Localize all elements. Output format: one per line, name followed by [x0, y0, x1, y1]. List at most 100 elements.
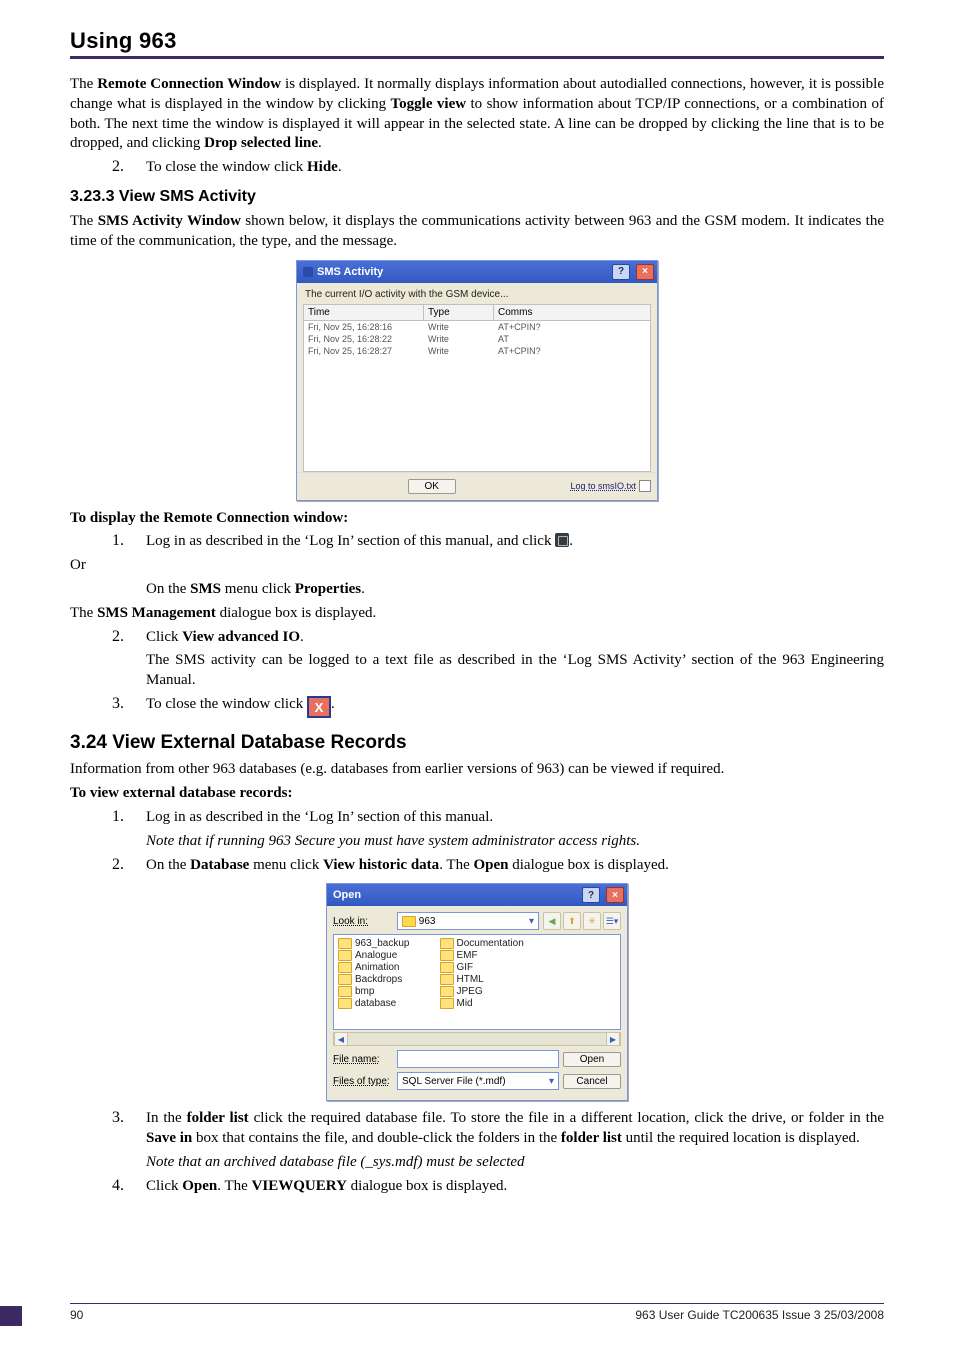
folder-icon: [440, 986, 454, 997]
col-type[interactable]: Type: [424, 305, 494, 320]
open-button[interactable]: Open: [563, 1052, 621, 1067]
table-row[interactable]: Fri, Nov 25, 16:28:22 Write AT: [304, 333, 650, 345]
new-folder-icon[interactable]: ✳: [583, 912, 601, 930]
toolbar-icons: ◀ ⬆ ✳ ☰▾: [543, 912, 621, 930]
text: Click: [146, 629, 182, 645]
cell-time: Fri, Nov 25, 16:28:22: [304, 333, 424, 345]
table-row[interactable]: Fri, Nov 25, 16:28:16 Write AT+CPIN?: [304, 321, 650, 333]
help-button[interactable]: ?: [582, 887, 600, 903]
list-item[interactable]: bmp: [338, 986, 410, 997]
text: The: [70, 213, 98, 229]
list-item[interactable]: HTML: [440, 974, 524, 985]
table-body: Fri, Nov 25, 16:28:16 Write AT+CPIN? Fri…: [303, 321, 651, 472]
sms-activity-window: SMS Activity ? × The current I/O activit…: [296, 260, 658, 501]
col-time[interactable]: Time: [304, 305, 424, 320]
close-button[interactable]: ×: [636, 264, 654, 280]
help-button[interactable]: ?: [612, 264, 630, 280]
table-header: Time Type Comms: [303, 304, 651, 321]
step-database-menu: 2. On the Database menu click View histo…: [70, 856, 884, 876]
text: .: [361, 581, 365, 597]
horizontal-scrollbar[interactable]: [333, 1032, 621, 1046]
term-save-in: Save in: [146, 1130, 192, 1146]
folder-icon: [338, 950, 352, 961]
term-toggle-view: Toggle view: [391, 96, 467, 112]
filetype-dropdown[interactable]: SQL Server File (*.mdf)▾: [397, 1072, 559, 1090]
ok-button[interactable]: OK: [408, 479, 456, 494]
step-close-x: 3. To close the window click X.: [70, 695, 884, 719]
folder-label: JPEG: [457, 986, 483, 997]
text: Click: [146, 1178, 182, 1194]
page-number-band: [0, 1306, 22, 1326]
col-comms[interactable]: Comms: [494, 305, 650, 320]
cell-time: Fri, Nov 25, 16:28:27: [304, 345, 424, 357]
folder-icon: [440, 962, 454, 973]
note-archived: Note that an archived database file (_sy…: [146, 1153, 884, 1173]
step-number: 1.: [100, 532, 124, 552]
term-database: Database: [190, 857, 249, 873]
list-item[interactable]: 963_backup: [338, 938, 410, 949]
close-button[interactable]: ×: [606, 887, 624, 903]
step-login: 1. Log in as described in the ‘Log In’ s…: [70, 532, 884, 552]
page: Using 963 The Remote Connection Window i…: [0, 0, 954, 1350]
cell-comms: AT+CPIN?: [494, 321, 650, 333]
text: . The: [439, 857, 473, 873]
step-folder-list: 3. In the folder list click the required…: [70, 1109, 884, 1149]
lookin-label: Look in:: [333, 916, 393, 927]
step-number: 2.: [100, 158, 124, 178]
folder-icon: [338, 998, 352, 1009]
text: .: [318, 135, 322, 151]
heading-view-external-db: 3.24 View External Database Records: [70, 732, 884, 754]
checkbox-icon[interactable]: [639, 480, 651, 492]
lookin-value: 963: [419, 916, 436, 927]
lookin-dropdown[interactable]: 963▾: [397, 912, 539, 930]
file-list[interactable]: 963_backup Analogue Animation Backdrops …: [333, 934, 621, 1030]
list-item[interactable]: EMF: [440, 950, 524, 961]
window-title: Open: [333, 889, 361, 901]
term-remote-connection-window: Remote Connection Window: [97, 76, 281, 92]
window-titlebar[interactable]: Open ? ×: [327, 884, 627, 906]
step-login-2: 1. Log in as described in the ‘Log In’ s…: [70, 808, 884, 828]
cell-type: Write: [424, 321, 494, 333]
app-icon: [303, 267, 313, 277]
filename-input[interactable]: [397, 1050, 559, 1068]
list-item[interactable]: GIF: [440, 962, 524, 973]
text: On the: [146, 857, 190, 873]
list-item[interactable]: Documentation: [440, 938, 524, 949]
text: To close the window click: [146, 159, 307, 175]
view-menu-icon[interactable]: ☰▾: [603, 912, 621, 930]
folder-icon: [338, 986, 352, 997]
list-item[interactable]: database: [338, 998, 410, 1009]
step-number: 2.: [100, 628, 124, 648]
or-label: Or: [70, 556, 884, 576]
list-item[interactable]: Analogue: [338, 950, 410, 961]
sms-management-text: The SMS Management dialogue box is displ…: [70, 604, 884, 624]
paragraph-external-db: Information from other 963 databases (e.…: [70, 760, 884, 780]
term-properties: Properties: [295, 581, 361, 597]
cell-comms: AT+CPIN?: [494, 345, 650, 357]
screenshot-open-dialog: Open ? × Look in: 963▾ ◀ ⬆ ✳ ☰▾: [70, 883, 884, 1101]
term-folder-list-2: folder list: [561, 1130, 622, 1146]
paragraph-remote-connection: The Remote Connection Window is displaye…: [70, 75, 884, 154]
text: On the: [146, 581, 190, 597]
list-item[interactable]: Backdrops: [338, 974, 410, 985]
heading-view-sms-activity: 3.23.3 View SMS Activity: [70, 188, 884, 206]
term-view-historic-data: View historic data: [323, 857, 439, 873]
cancel-button[interactable]: Cancel: [563, 1074, 621, 1089]
log-to-file-toggle[interactable]: Log to smsIO.txt: [570, 480, 651, 492]
page-title: Using 963: [70, 28, 884, 59]
list-item[interactable]: JPEG: [440, 986, 524, 997]
term-drop-selected-line: Drop selected line: [204, 135, 318, 151]
window-titlebar[interactable]: SMS Activity ? ×: [297, 261, 657, 283]
folder-icon: [440, 950, 454, 961]
folder-icon: [338, 962, 352, 973]
up-icon[interactable]: ⬆: [563, 912, 581, 930]
term-hide: Hide: [307, 159, 338, 175]
text: Log in as described in the ‘Log In’ sect…: [146, 533, 555, 549]
list-item[interactable]: Mid: [440, 998, 524, 1009]
back-icon[interactable]: ◀: [543, 912, 561, 930]
paragraph-sms-activity: The SMS Activity Window shown below, it …: [70, 212, 884, 252]
note-secure: Note that if running 963 Secure you must…: [146, 832, 884, 852]
table-row[interactable]: Fri, Nov 25, 16:28:27 Write AT+CPIN?: [304, 345, 650, 357]
list-item[interactable]: Animation: [338, 962, 410, 973]
folder-label: GIF: [457, 962, 474, 973]
